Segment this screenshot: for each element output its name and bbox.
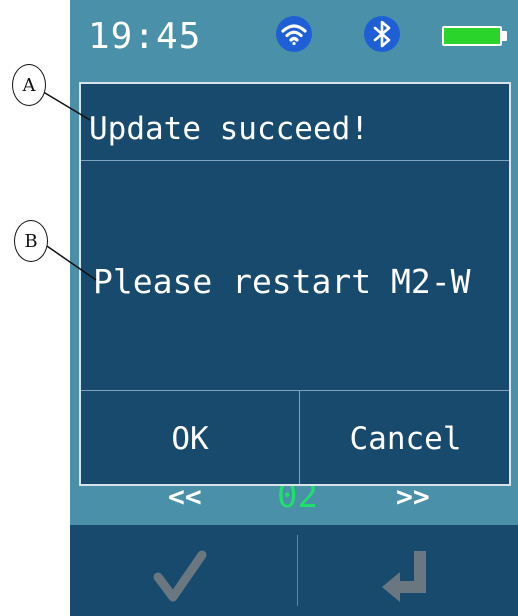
- divider: [81, 160, 509, 161]
- checkmark-icon: [153, 550, 207, 602]
- enter-button[interactable]: [298, 525, 518, 616]
- dialog-message: Please restart M2-W: [93, 262, 471, 301]
- annotation-a: A: [12, 64, 46, 106]
- dialog-title: Update succeed!: [89, 111, 369, 147]
- update-dialog: Update succeed! Please restart M2-W OK C…: [79, 82, 511, 486]
- device-screen: 19:45 << 02 >> Update succeed! Please re…: [70, 0, 518, 616]
- bottom-toolbar: [70, 525, 518, 616]
- clock: 19:45: [88, 16, 202, 57]
- cancel-button[interactable]: Cancel: [300, 391, 509, 484]
- wifi-icon: [276, 16, 312, 52]
- confirm-button[interactable]: [70, 525, 296, 616]
- battery-icon: [442, 26, 502, 46]
- bluetooth-icon: [364, 16, 400, 52]
- enter-icon: [382, 551, 426, 602]
- ok-button[interactable]: OK: [81, 391, 299, 484]
- battery-tip: [501, 31, 507, 41]
- status-bar: 19:45: [70, 0, 518, 80]
- annotation-b: B: [14, 220, 48, 262]
